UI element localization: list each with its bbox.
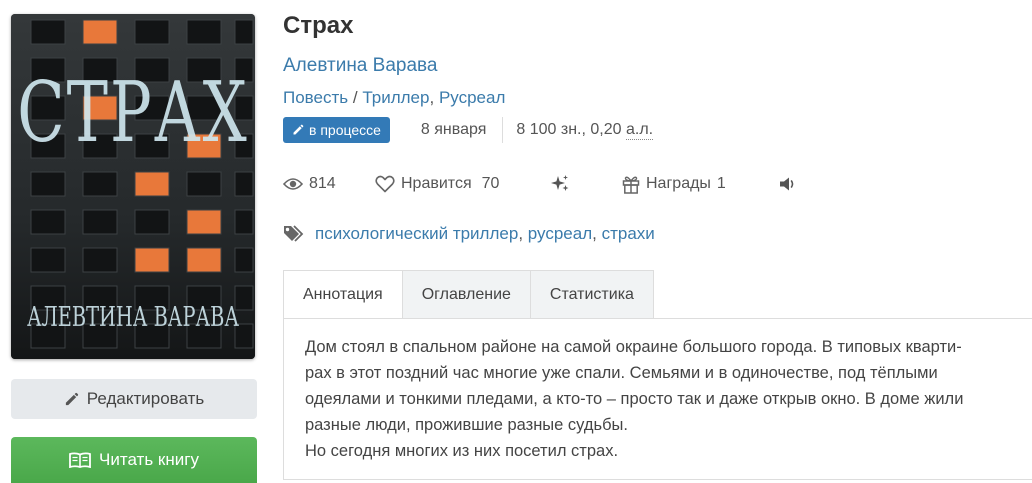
cover-window bbox=[186, 171, 222, 197]
cover-window bbox=[134, 247, 170, 273]
sparkles-button[interactable] bbox=[550, 172, 570, 196]
cover-window bbox=[30, 171, 66, 197]
tab-annotation[interactable]: Аннотация bbox=[283, 270, 403, 319]
tag-link[interactable]: русреал bbox=[528, 224, 592, 243]
read-book-button-label: Читать книгу bbox=[99, 450, 199, 469]
cover-art: СТРАХ АЛЕВТИНА ВАРАВА bbox=[11, 14, 255, 359]
book-open-icon bbox=[69, 452, 91, 468]
meta-divider bbox=[502, 117, 504, 143]
annotation-panel: Дом стоял в спальном районе на самой окр… bbox=[283, 318, 1032, 480]
cover-window bbox=[30, 209, 66, 235]
awards-count: 1 bbox=[716, 175, 726, 192]
tags-row: психологический триллер, русреал, страхи bbox=[283, 222, 655, 246]
likes-count: 70 bbox=[481, 175, 500, 192]
cover-window bbox=[186, 209, 222, 235]
genre-separator: / bbox=[352, 88, 358, 107]
cover-window bbox=[134, 209, 170, 235]
genre-link-novella[interactable]: Повесть bbox=[283, 88, 348, 107]
annotation-text: Дом стоял в спальном районе на самой окр… bbox=[305, 334, 1015, 464]
pencil-icon bbox=[65, 392, 78, 405]
book-meta: в процессе 8 января 8 100 зн., 0,20 а.л. bbox=[283, 117, 654, 143]
eye-icon bbox=[283, 178, 303, 190]
annotation-line: Но сегодня многих из них посетил страх. bbox=[305, 442, 619, 460]
audio-button[interactable] bbox=[779, 172, 797, 196]
author-link[interactable]: Алевтина Варава bbox=[283, 55, 437, 77]
tab-contents[interactable]: Оглавление bbox=[402, 270, 531, 319]
annotation-line: Дом стоял в спальном районе на самой окр… bbox=[305, 338, 962, 356]
views-count: 814 bbox=[309, 175, 336, 192]
cover-window bbox=[234, 171, 254, 197]
cover-window bbox=[234, 209, 254, 235]
annotation-line: рах в этот поздний час многие уже спали.… bbox=[305, 364, 938, 382]
tab-bar: Аннотация Оглавление Статистика bbox=[283, 270, 654, 319]
heart-icon bbox=[375, 175, 395, 193]
cover-window bbox=[82, 171, 118, 197]
tab-statistics[interactable]: Статистика bbox=[530, 270, 654, 319]
genre-link-thriller[interactable]: Триллер bbox=[362, 88, 429, 107]
cover-author-text: АЛЕВТИНА ВАРАВА bbox=[27, 302, 239, 333]
publish-date: 8 января bbox=[420, 121, 487, 138]
cover-window bbox=[234, 19, 254, 45]
cover-window bbox=[134, 171, 170, 197]
cover-window bbox=[30, 19, 66, 45]
tag-comma: , bbox=[518, 224, 524, 243]
likes-label: Нравится bbox=[401, 175, 472, 192]
edit-button[interactable]: Редактировать bbox=[11, 379, 257, 419]
book-title: Страх bbox=[283, 12, 354, 39]
cover-window bbox=[82, 209, 118, 235]
annotation-line: разные люди, прожившие разные судьбы. bbox=[305, 416, 628, 434]
status-badge: в процессе bbox=[283, 117, 390, 143]
tag-comma: , bbox=[592, 224, 597, 243]
awards-button[interactable]: Награды 1 bbox=[622, 172, 726, 196]
cover-window bbox=[30, 247, 66, 273]
genre-link-rusreal[interactable]: Русреал bbox=[439, 88, 505, 107]
genre-comma: , bbox=[429, 88, 435, 107]
like-button[interactable]: Нравится 70 bbox=[375, 172, 499, 196]
awards-label: Награды bbox=[646, 175, 711, 192]
gift-icon bbox=[622, 176, 640, 194]
cover-window bbox=[234, 247, 254, 273]
genre-breadcrumb: Повесть / Триллер, Русреал bbox=[283, 88, 505, 108]
cover-window bbox=[82, 19, 118, 45]
annotation-line: одеялами и тонкими пледами, а кто-то – п… bbox=[305, 390, 964, 408]
read-book-button[interactable]: Читать книгу bbox=[11, 437, 257, 483]
views-stat: 814 bbox=[283, 172, 336, 196]
speaker-icon bbox=[780, 177, 794, 191]
tag-link[interactable]: психологический триллер bbox=[315, 224, 518, 243]
cover-window bbox=[134, 19, 170, 45]
sparkles-icon bbox=[551, 175, 569, 191]
edit-button-label: Редактировать bbox=[86, 389, 205, 408]
size-unit: а.л. bbox=[625, 120, 654, 140]
cover-window bbox=[186, 19, 222, 45]
tags-icon bbox=[284, 225, 304, 242]
pencil-icon bbox=[293, 124, 304, 135]
cover-window bbox=[186, 247, 222, 273]
cover-window bbox=[82, 247, 118, 273]
cover-title-text: СТРАХ bbox=[17, 65, 249, 162]
book-size: 8 100 зн., 0,20 bbox=[516, 121, 622, 138]
tag-link[interactable]: страхи bbox=[602, 224, 655, 243]
status-label: в процессе bbox=[309, 122, 381, 138]
book-cover[interactable]: СТРАХ АЛЕВТИНА ВАРАВА bbox=[11, 14, 255, 359]
